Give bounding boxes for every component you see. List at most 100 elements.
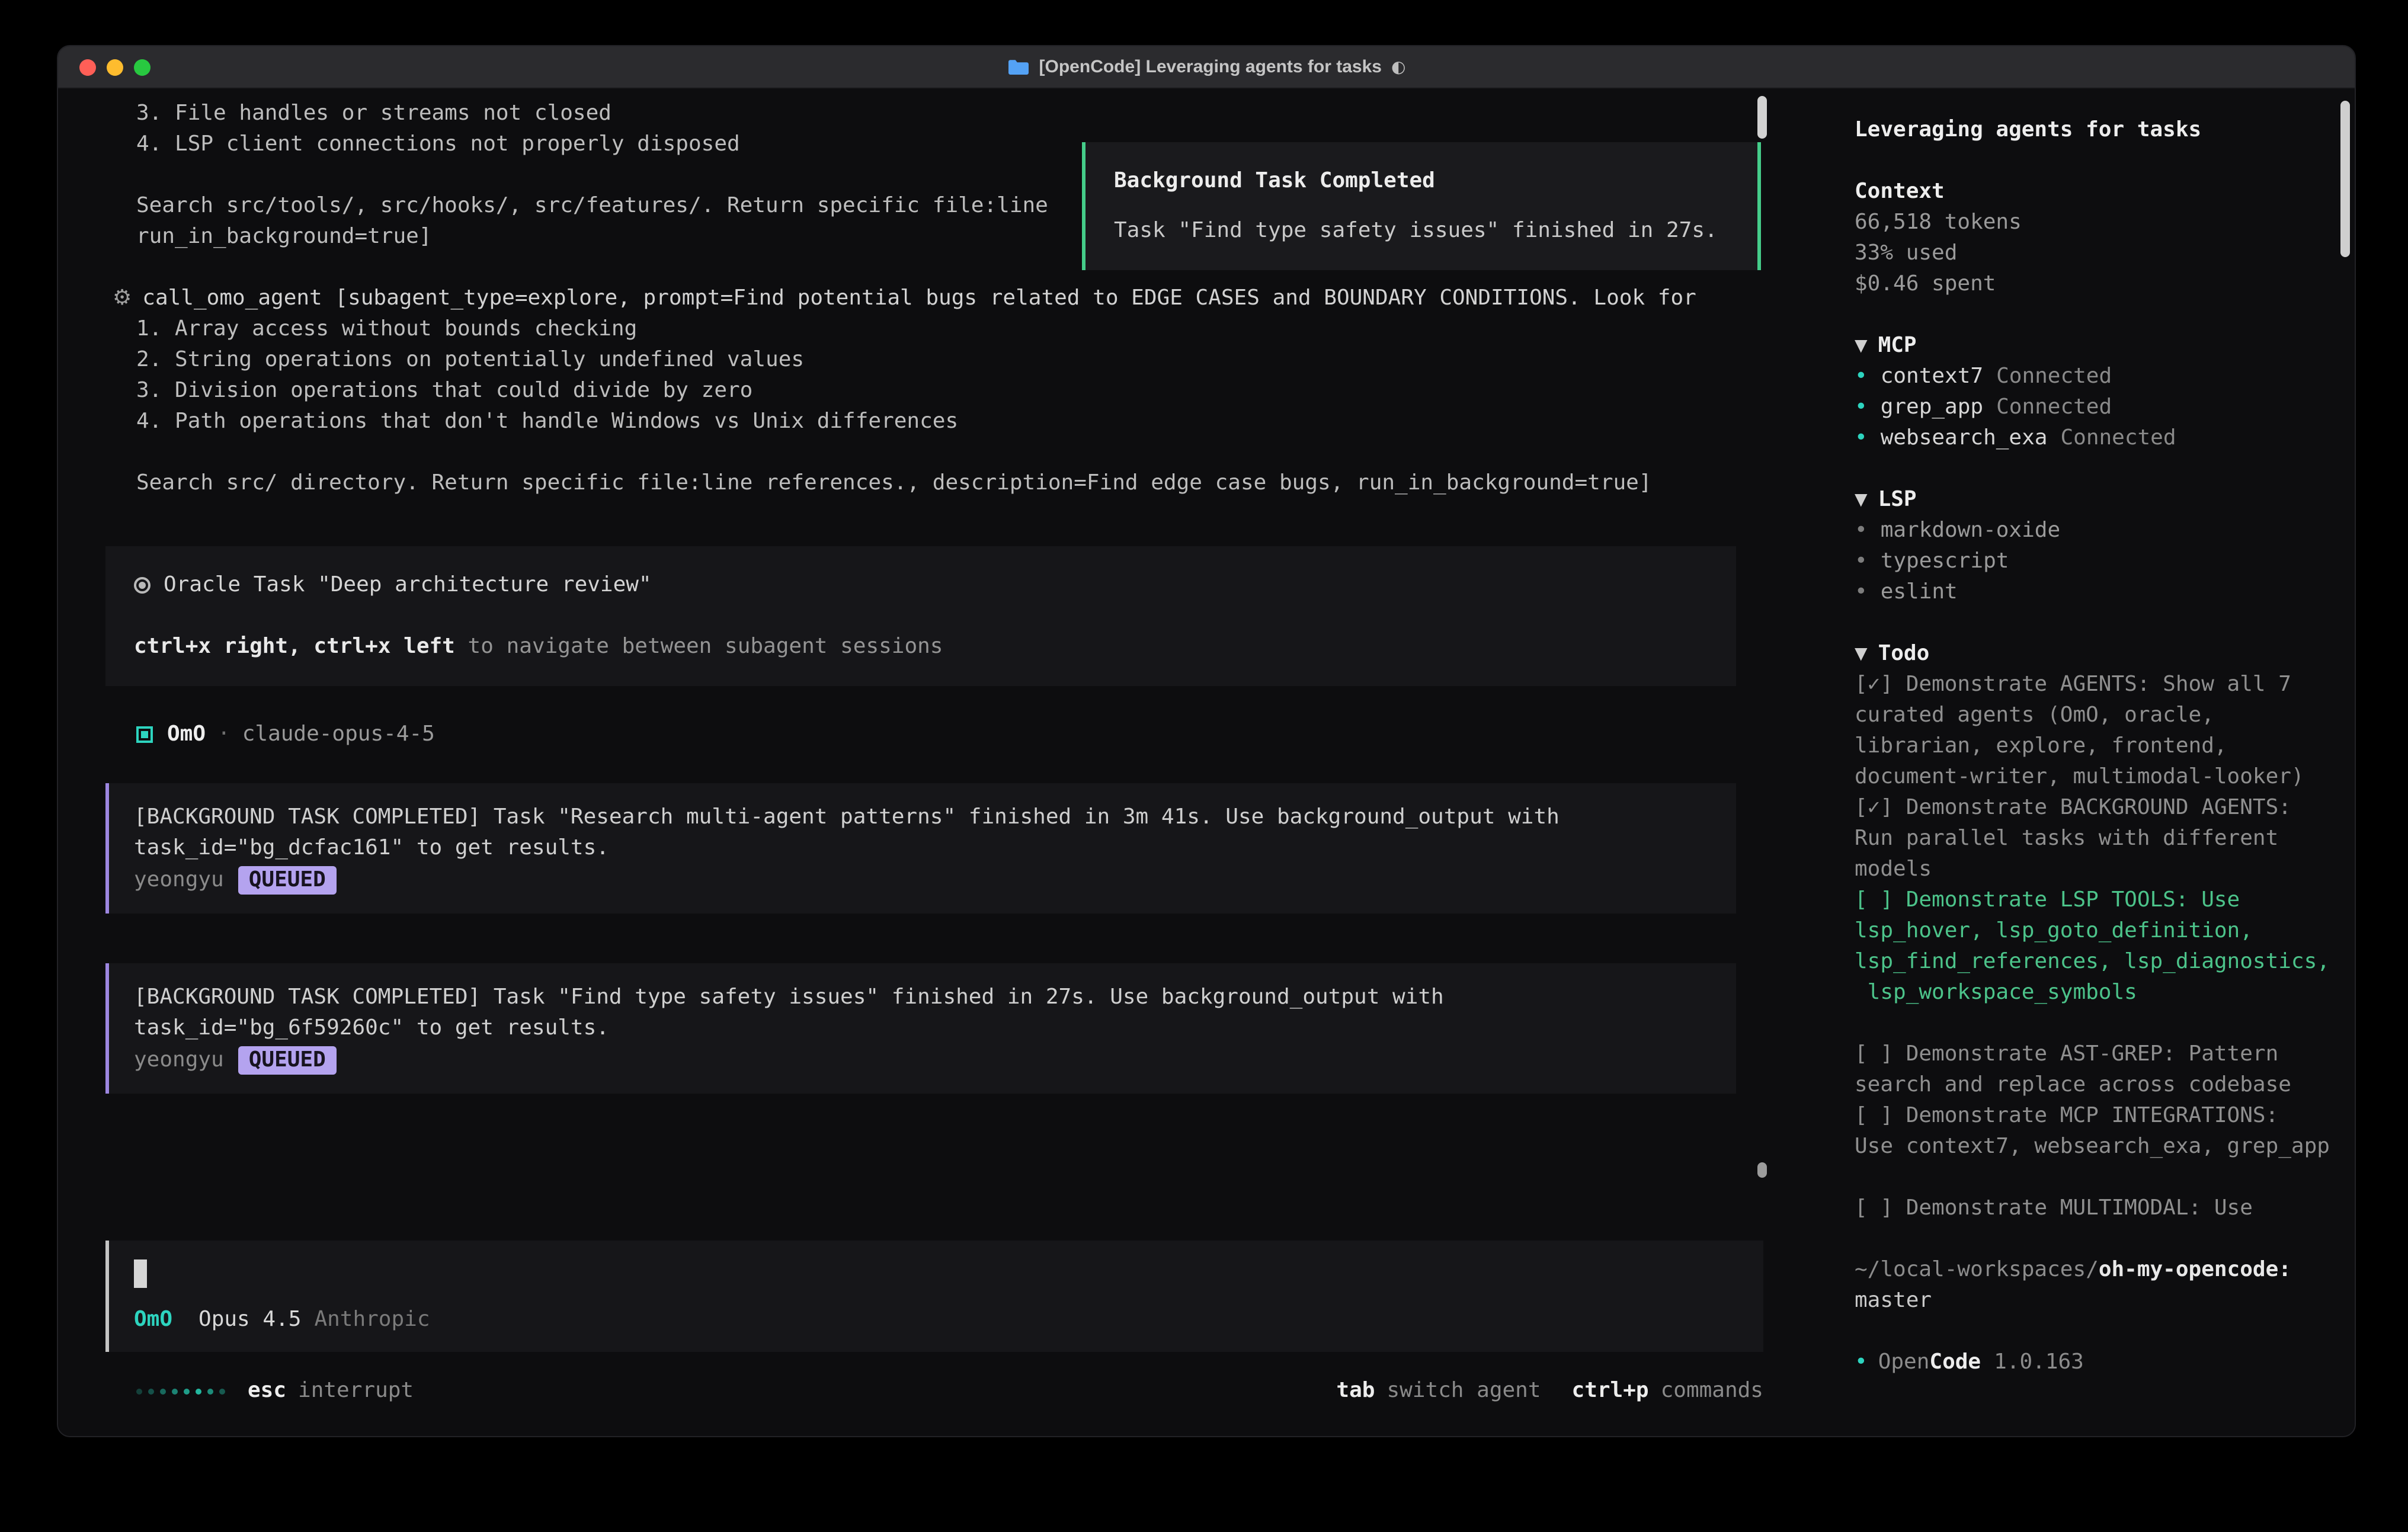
esc-key-hint: esc — [248, 1376, 286, 1406]
mcp-item: • websearch_exa Connected — [1855, 423, 2355, 454]
bullet-icon: • — [1855, 392, 1868, 423]
message-author: yeongyu — [134, 1045, 224, 1076]
minimize-button[interactable] — [107, 59, 123, 75]
message-block: [BACKGROUND TASK COMPLETED] Task "Find t… — [105, 963, 1736, 1094]
sidebar: Leveraging agents for tasks Context 66,5… — [1833, 89, 2355, 1437]
status-left: esc interrupt — [136, 1376, 414, 1406]
message-author: yeongyu — [134, 865, 224, 896]
mcp-heading: MCP — [1878, 331, 1917, 361]
sidebar-scrollbar-thumb[interactable] — [2340, 101, 2350, 257]
oracle-task-panel: Oracle Task "Deep architecture review" c… — [105, 546, 1736, 686]
esc-key-label: interrupt — [298, 1376, 414, 1406]
todo-line: curated agents (OmO, oracle, — [1855, 700, 2355, 731]
notification-toast: Background Task Completed Task "Find typ… — [1082, 142, 1761, 270]
oracle-task-title: Oracle Task "Deep architecture review" — [164, 570, 652, 601]
hint-text: to navigate between subagent sessions — [455, 632, 943, 662]
agent-header: OmO · claude-opus-4-5 — [136, 719, 1833, 750]
agent-name: OmO — [167, 719, 206, 750]
tab-key-label: switch agent — [1386, 1376, 1541, 1406]
desktop: [OpenCode] Leveraging agents for tasks ◐… — [0, 0, 2408, 1532]
half-circle-icon: ◐ — [1391, 52, 1405, 82]
workspace-repo: oh-my-opencode: — [2099, 1255, 2291, 1286]
prompt-input[interactable]: OmO Opus 4.5 Anthropic — [105, 1241, 1763, 1352]
lsp-item: • markdown-oxide — [1855, 515, 2355, 546]
mcp-item: •grep_appConnected — [1855, 392, 2355, 423]
window-title-text: [OpenCode] Leveraging agents for tasks — [1039, 52, 1382, 82]
bullet-icon: • — [1855, 515, 1868, 546]
hint-keys: ctrl+x right, ctrl+x left — [134, 632, 455, 662]
lsp-item: • typescript — [1855, 546, 2355, 577]
todo-line: models — [1855, 854, 2355, 885]
status-right: tab switch agent ctrl+p commands — [1336, 1376, 1763, 1406]
prompt-meta: OmO Opus 4.5 Anthropic — [134, 1305, 1740, 1335]
transcript-line: 3. File handles or streams not closed — [136, 98, 1833, 129]
todo-line: document-writer, multimodal-looker) — [1855, 762, 2355, 793]
todo-line-active: lsp_workspace_symbols — [1855, 977, 2355, 1008]
notification-body: Task "Find type safety issues" finished … — [1114, 216, 1729, 246]
ctrlp-key-hint: ctrl+p — [1572, 1376, 1649, 1406]
workspace-branch: master — [1855, 1286, 2355, 1316]
context-tokens: 66,518 tokens — [1855, 207, 2355, 238]
mcp-item: •context7Connected — [1855, 361, 2355, 392]
lsp-item: •eslint — [1855, 577, 2355, 608]
terminal-content: 3. File handles or streams not closed 4.… — [58, 89, 2355, 1437]
chevron-down-icon: ▼ — [1855, 639, 1868, 669]
transcript-pane: 3. File handles or streams not closed 4.… — [58, 89, 1833, 1437]
todo-line: [✓] Demonstrate BACKGROUND AGENTS: — [1855, 793, 2355, 823]
zoom-button[interactable] — [134, 59, 150, 75]
lsp-heading: LSP — [1878, 485, 1917, 515]
lsp-section-header[interactable]: ▼LSP — [1855, 485, 2355, 515]
context-used: 33% used — [1855, 238, 2355, 269]
lsp-name: markdown-oxide — [1881, 515, 2060, 546]
main-scrollbar-thumb[interactable] — [1757, 1162, 1767, 1178]
todo-line: librarian, explore, frontend, — [1855, 731, 2355, 762]
bullet-icon: • — [1855, 423, 1868, 454]
workspace-path: ~/local-workspaces/oh-my-opencode: — [1855, 1255, 2355, 1286]
status-bar: esc interrupt tab switch agent ctrl+p co… — [136, 1376, 1763, 1406]
chevron-down-icon: ▼ — [1855, 331, 1868, 361]
transcript-line: 4. Path operations that don't handle Win… — [136, 406, 1833, 437]
bullet-icon: • — [1855, 577, 1868, 608]
todo-line: [ ] Demonstrate AST-GREP: Pattern — [1855, 1039, 2355, 1070]
todo-line-active: lsp_hover, lsp_goto_definition, — [1855, 916, 2355, 947]
mcp-section-header[interactable]: ▼ MCP — [1855, 331, 2355, 361]
todo-line: Run parallel tasks with different — [1855, 823, 2355, 854]
app-name-suffix: Code — [1929, 1347, 1981, 1378]
spinner-dots — [136, 1388, 231, 1394]
bullet-icon: • — [1855, 546, 1868, 577]
mcp-name: websearch_exa — [1881, 423, 2048, 454]
message-text: task_id="bg_dcfac161" to get results. — [134, 833, 1712, 864]
traffic-lights — [79, 59, 150, 75]
agent-model: claude-opus-4-5 — [242, 719, 435, 750]
message-text: task_id="bg_6f59260c" to get results. — [134, 1013, 1712, 1044]
workspace-path-prefix: ~/local-workspaces/ — [1855, 1255, 2099, 1286]
window-titlebar[interactable]: [OpenCode] Leveraging agents for tasks ◐ — [58, 46, 2355, 89]
oracle-task-title-row: Oracle Task "Deep architecture review" — [134, 570, 1708, 601]
agent-icon — [136, 726, 153, 743]
ctrlp-key-label: commands — [1661, 1376, 1763, 1406]
todo-line: [ ] Demonstrate MULTIMODAL: Use — [1855, 1193, 2355, 1224]
main-scrollbar-thumb[interactable] — [1757, 96, 1767, 139]
lsp-name: typescript — [1881, 546, 2009, 577]
terminal-window: [OpenCode] Leveraging agents for tasks ◐… — [57, 45, 2356, 1437]
close-button[interactable] — [79, 59, 96, 75]
message-text: [BACKGROUND TASK COMPLETED] Task "Find t… — [134, 982, 1712, 1013]
folder-icon — [1007, 58, 1030, 76]
mcp-name: grep_app — [1881, 392, 1983, 423]
text-cursor — [134, 1259, 147, 1288]
prompt-provider: Anthropic — [314, 1305, 430, 1335]
transcript-line: 1. Array access without bounds checking — [136, 314, 1833, 345]
message-meta: yeongyu QUEUED — [134, 1044, 1712, 1077]
app-name-prefix: Open — [1878, 1347, 1930, 1378]
bullet-icon: • — [1855, 1347, 1868, 1378]
tool-call-line: ⚙call_omo_agent [subagent_type=explore, … — [113, 283, 1833, 314]
separator-dot: · — [217, 719, 230, 750]
message-text: [BACKGROUND TASK COMPLETED] Task "Resear… — [134, 802, 1712, 833]
subagent-nav-hint: ctrl+x right, ctrl+x left to navigate be… — [134, 632, 1708, 662]
session-title: Leveraging agents for tasks — [1855, 115, 2355, 146]
todo-section-header[interactable]: ▼Todo — [1855, 639, 2355, 669]
message-meta: yeongyu QUEUED — [134, 864, 1712, 897]
mcp-status: Connected — [2060, 423, 2176, 454]
fisheye-icon — [134, 577, 150, 594]
todo-line-active: [ ] Demonstrate LSP TOOLS: Use — [1855, 885, 2355, 916]
